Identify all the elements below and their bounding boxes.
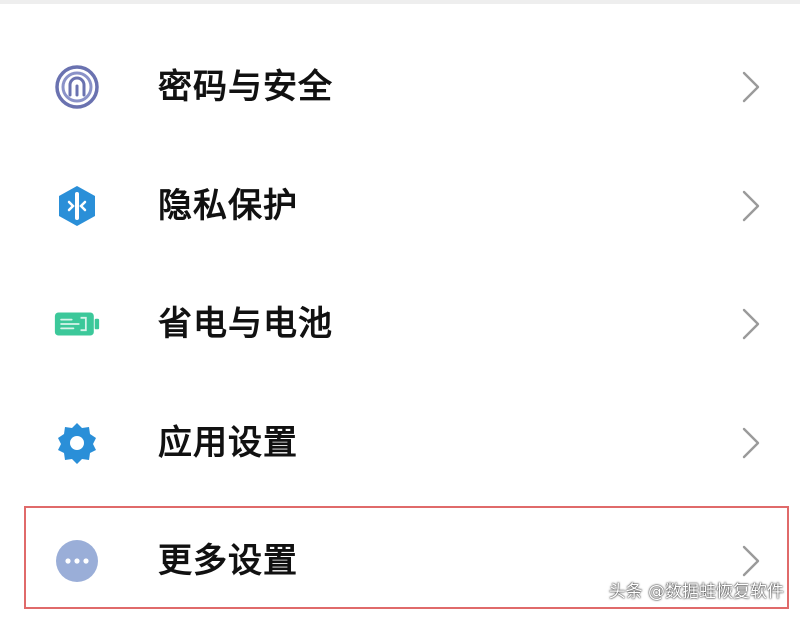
settings-item-password-security[interactable]: 密码与安全 xyxy=(0,26,800,144)
chevron-right-icon xyxy=(738,189,764,223)
chevron-right-icon xyxy=(738,70,764,104)
settings-item-label: 隐私保护 xyxy=(158,186,298,226)
chevron-right-icon xyxy=(738,307,764,341)
settings-item-battery[interactable]: 省电与电池 xyxy=(0,263,800,381)
chevron-right-icon xyxy=(738,426,764,460)
battery-icon xyxy=(54,301,100,347)
more-dots-icon xyxy=(54,538,100,584)
chevron-right-icon xyxy=(738,544,764,578)
settings-item-privacy[interactable]: 隐私保护 xyxy=(0,145,800,263)
settings-item-label: 更多设置 xyxy=(158,541,298,581)
settings-screen: 密码与安全 隐私保护 省电与电池 应用设置 更多设置 头条 @数据蛙恢复软件 xyxy=(0,0,800,618)
settings-item-label: 应用设置 xyxy=(158,423,298,463)
fingerprint-icon xyxy=(54,64,100,110)
gear-icon xyxy=(54,420,100,466)
settings-item-label: 密码与安全 xyxy=(158,67,333,107)
shield-icon xyxy=(54,183,100,229)
settings-item-label: 省电与电池 xyxy=(158,304,333,344)
settings-list: 密码与安全 隐私保护 省电与电池 应用设置 更多设置 xyxy=(0,0,800,618)
watermark-text: 头条 @数据蛙恢复软件 xyxy=(608,582,784,602)
settings-item-app-settings[interactable]: 应用设置 xyxy=(0,382,800,500)
